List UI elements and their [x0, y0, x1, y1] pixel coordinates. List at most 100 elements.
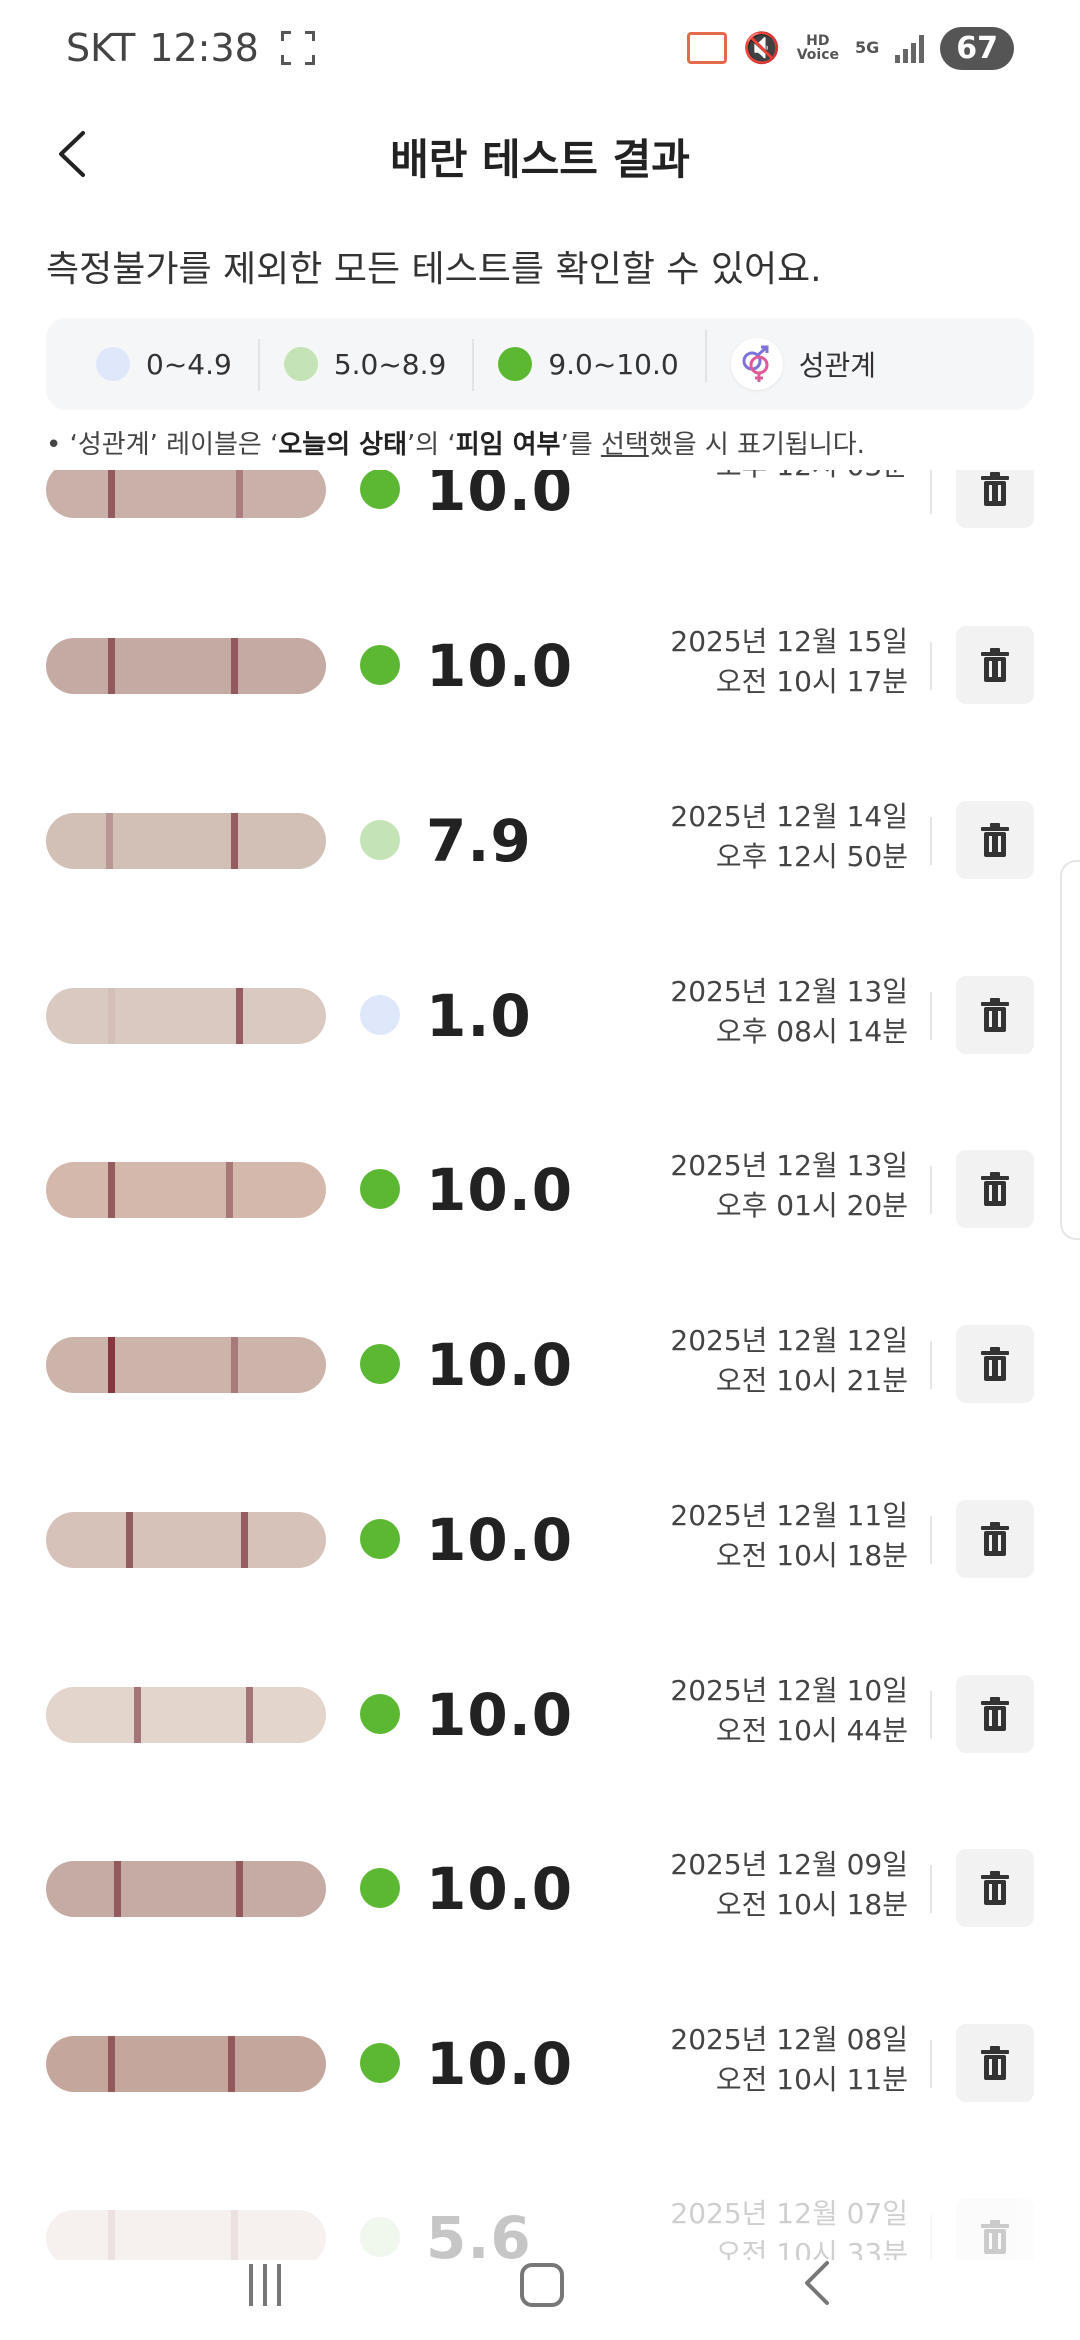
result-row[interactable]: 10.0 2025년 12월 10일 오전 10시 44분 — [0, 1669, 1080, 1759]
trash-icon — [981, 1697, 1009, 1731]
status-right: 🔇 HD Voice 5G 67 — [687, 26, 1014, 70]
result-row[interactable]: 10.0 2025년 12월 13일 오후 01시 20분 — [0, 1144, 1080, 1234]
legend-label: 성관계 — [798, 349, 876, 382]
result-value: 7.9 — [426, 807, 532, 875]
status-bar: SKT 12:38 🔇 HD Voice 5G 67 — [0, 0, 1080, 96]
result-value: 10.0 — [426, 1156, 574, 1224]
result-datetime: 2025년 12월 11일 오전 10시 18분 — [670, 1499, 908, 1572]
cast-icon — [687, 32, 728, 64]
divider — [930, 1166, 932, 1214]
test-strip-image — [46, 2036, 326, 2092]
result-datetime: 2025년 12월 09일 오전 10시 18분 — [670, 1848, 908, 1921]
legend-label: 9.0~10.0 — [548, 347, 679, 381]
legend-dot-mid — [283, 347, 318, 381]
level-dot — [360, 820, 400, 860]
test-strip-image — [46, 1687, 326, 1743]
results-list[interactable]: 10.0 오후 12시 03분 10.0 2025년 12월 15일오전 10시… — [0, 470, 1080, 2260]
result-row[interactable]: 10.0 2025년 12월 08일 오전 10시 11분 — [0, 2018, 1080, 2108]
result-value: 10.0 — [426, 1331, 574, 1399]
result-datetime: 2025년 12월 13일 오후 01시 20분 — [670, 1149, 908, 1222]
legend-item-mid: 5.0~8.9 — [257, 339, 473, 391]
test-strip-image — [46, 988, 326, 1044]
chevron-left-icon — [59, 131, 85, 177]
test-strip-image — [46, 813, 326, 869]
trash-icon — [981, 472, 1009, 506]
divider — [930, 817, 932, 865]
delete-button[interactable] — [956, 1675, 1034, 1753]
level-dot — [360, 995, 400, 1035]
legend-note: • ‘성관계’ 레이블은 ‘오늘의 상태’의 ‘피임 여부’를 선택했을 시 표… — [46, 430, 865, 460]
result-value: 10.0 — [426, 1506, 574, 1574]
test-strip-image — [46, 1512, 326, 1568]
legend-item-intercourse: 성관계 — [704, 330, 902, 390]
clock: 12:38 — [149, 26, 259, 70]
home-button[interactable] — [519, 2263, 564, 2307]
level-dot — [360, 645, 400, 685]
test-strip-image — [46, 638, 326, 694]
delete-button[interactable] — [956, 1500, 1034, 1578]
result-row[interactable]: 10.0 2025년 12월 11일 오전 10시 18분 — [0, 1494, 1080, 1584]
delete-button[interactable] — [956, 470, 1034, 528]
recents-button[interactable] — [249, 2264, 282, 2306]
scrollbar[interactable] — [1060, 860, 1080, 1240]
hd-voice-icon: HD Voice — [796, 33, 839, 63]
divider — [930, 470, 932, 514]
trash-icon — [981, 1347, 1009, 1381]
delete-button[interactable] — [956, 2024, 1034, 2102]
delete-button[interactable] — [956, 626, 1034, 704]
result-row[interactable]: 7.9 2025년 12월 14일 오후 12시 50분 — [0, 795, 1080, 885]
delete-button[interactable] — [956, 1849, 1034, 1927]
divider — [930, 642, 932, 690]
divider — [930, 992, 932, 1040]
legend-dot-low — [96, 347, 130, 381]
trash-icon — [981, 2046, 1009, 2080]
result-datetime: 2025년 12월 08일 오전 10시 11분 — [670, 2023, 908, 2096]
gender-symbols-icon — [730, 338, 783, 390]
delete-button[interactable] — [956, 1325, 1034, 1403]
result-datetime: 오후 12시 03분 — [716, 470, 908, 486]
legend-item-high: 9.0~10.0 — [472, 339, 704, 391]
result-value: 10.0 — [426, 1681, 574, 1749]
result-datetime: 2025년 12월 12일 오전 10시 21분 — [670, 1324, 908, 1397]
trash-icon — [981, 1172, 1009, 1206]
legend-dot-high — [498, 347, 533, 381]
result-row[interactable]: 10.0 2025년 12월 09일 오전 10시 18분 — [0, 1843, 1080, 1933]
result-datetime: 2025년 12월 15일 오전 10시 17분 — [670, 625, 908, 698]
legend-item-low: 0~4.9 — [70, 347, 258, 381]
signal-icon — [895, 33, 925, 63]
test-strip-image — [46, 1861, 326, 1917]
result-datetime: 2025년 12월 10일 오전 10시 44분 — [670, 1674, 908, 1747]
carrier-label: SKT — [66, 26, 136, 70]
delete-button[interactable] — [956, 1150, 1034, 1228]
level-dot — [360, 470, 400, 509]
test-strip-image — [46, 1162, 326, 1218]
network-5g-icon: 5G — [854, 38, 880, 57]
level-dot — [360, 2043, 400, 2083]
status-left: SKT 12:38 — [66, 26, 315, 70]
result-value: 1.0 — [426, 982, 532, 1050]
legend-label: 5.0~8.9 — [333, 347, 447, 381]
trash-icon — [981, 1871, 1009, 1905]
result-row[interactable]: 10.0 2025년 12월 12일 오전 10시 21분 — [0, 1319, 1080, 1409]
result-row[interactable]: 10.0 2025년 12월 15일 오전 10시 17분 — [0, 620, 1080, 710]
result-row[interactable]: 1.0 2025년 12월 13일 오후 08시 14분 — [0, 970, 1080, 1060]
trash-icon — [981, 1522, 1009, 1556]
divider — [930, 1865, 932, 1913]
result-datetime: 2025년 12월 14일 오후 12시 50분 — [670, 800, 908, 873]
app-header: 배란 테스트 결과 — [0, 110, 1080, 202]
legend: 0~4.9 5.0~8.9 9.0~10.0 성관계 — [46, 318, 1034, 410]
trash-icon — [981, 823, 1009, 857]
test-strip-image — [46, 1337, 326, 1393]
result-row[interactable]: 10.0 오후 12시 03분 — [0, 470, 1080, 534]
divider — [930, 1516, 932, 1564]
system-back-button[interactable] — [803, 2259, 831, 2311]
result-datetime: 2025년 12월 13일 오후 08시 14분 — [670, 975, 908, 1048]
result-value: 10.0 — [426, 1855, 574, 1923]
back-button[interactable] — [40, 122, 104, 186]
mute-icon: 🔇 — [743, 30, 781, 66]
battery-indicator: 67 — [940, 26, 1014, 70]
delete-button[interactable] — [956, 801, 1034, 879]
delete-button[interactable] — [956, 976, 1034, 1054]
trash-icon — [981, 998, 1009, 1032]
level-dot — [360, 1519, 400, 1559]
